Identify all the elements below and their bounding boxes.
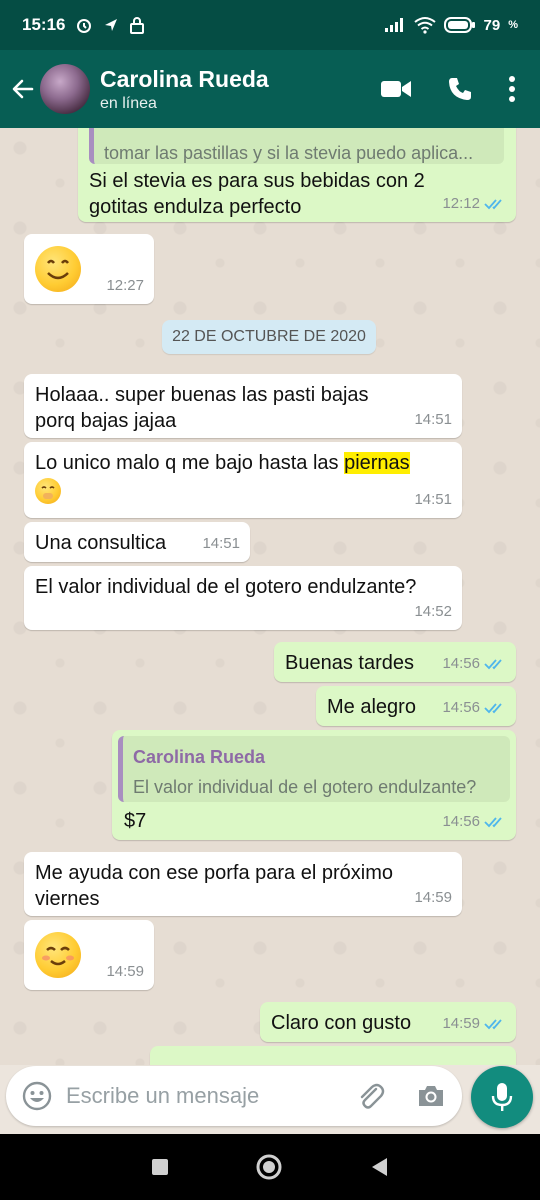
message-outgoing[interactable]: tomar las pastillas y si la stevia puedo… bbox=[78, 128, 516, 222]
message-time: 14:59 bbox=[106, 963, 144, 980]
double-check-read-icon bbox=[484, 199, 502, 210]
message-time: 14:56 bbox=[442, 699, 480, 716]
message-outgoing[interactable]: Carolina Rueda El valor individual de el… bbox=[112, 730, 516, 840]
message-time: 12:27 bbox=[106, 277, 144, 294]
quoted-author: Carolina Rueda bbox=[133, 747, 266, 767]
message-incoming[interactable]: Una consultica 14:51 bbox=[24, 522, 250, 562]
emoji-icon[interactable] bbox=[22, 1081, 52, 1111]
microphone-icon bbox=[491, 1083, 513, 1111]
quoted-message[interactable]: tomar las pastillas y si la stevia puedo… bbox=[89, 128, 504, 164]
message-time: 14:51 bbox=[202, 535, 240, 552]
battery-icon bbox=[443, 17, 475, 33]
message-outgoing[interactable] bbox=[150, 1046, 516, 1065]
double-check-read-icon bbox=[484, 817, 502, 828]
contact-avatar[interactable] bbox=[40, 64, 90, 114]
recents-square-icon[interactable] bbox=[151, 1158, 169, 1176]
video-call-icon[interactable] bbox=[380, 78, 412, 100]
message-time: 14:51 bbox=[414, 491, 452, 508]
contact-status: en línea bbox=[100, 95, 157, 112]
camera-icon[interactable] bbox=[416, 1083, 446, 1109]
quoted-text: El valor individual de el gotero endulza… bbox=[133, 777, 477, 797]
home-circle-icon[interactable] bbox=[255, 1153, 283, 1181]
alarm-icon bbox=[77, 19, 92, 33]
message-incoming[interactable]: Holaaa.. super buenas las pasti bajas po… bbox=[24, 374, 462, 438]
message-outgoing[interactable]: Claro con gusto 14:59 bbox=[260, 1002, 516, 1042]
double-check-read-icon bbox=[484, 703, 502, 714]
message-incoming[interactable]: 14:59 bbox=[24, 920, 154, 990]
smiling-face-icon bbox=[35, 246, 81, 292]
back-button[interactable] bbox=[8, 76, 38, 102]
attach-icon[interactable] bbox=[356, 1081, 386, 1111]
message-text: El valor individual de el gotero endulza… bbox=[35, 576, 417, 598]
contact-info[interactable]: Carolina Rueda en línea bbox=[100, 65, 380, 113]
double-check-read-icon bbox=[484, 1019, 502, 1030]
double-check-read-icon bbox=[484, 659, 502, 670]
message-text-part: Lo unico malo q me bajo hasta las bbox=[35, 452, 345, 474]
message-outgoing[interactable]: Buenas tardes 14:56 bbox=[274, 642, 516, 682]
date-separator: 22 DE OCTUBRE DE 2020 bbox=[162, 320, 376, 354]
phone-call-icon[interactable] bbox=[446, 75, 474, 103]
quoted-message[interactable]: Carolina Rueda El valor individual de el… bbox=[118, 736, 510, 802]
battery-unit: % bbox=[508, 19, 518, 31]
message-incoming[interactable]: Lo unico malo q me bajo hasta las pierna… bbox=[24, 442, 462, 518]
smiling-blush-icon bbox=[35, 932, 81, 978]
battery-level: 79 bbox=[483, 16, 501, 34]
wifi-icon bbox=[413, 17, 436, 34]
back-triangle-icon[interactable] bbox=[369, 1156, 389, 1178]
message-time: 14:59 bbox=[442, 1015, 480, 1032]
message-time: 14:56 bbox=[442, 813, 480, 830]
message-text: Lo unico malo q me bajo hasta las pierna… bbox=[35, 450, 450, 476]
location-icon bbox=[105, 19, 118, 31]
message-time: 12:12 bbox=[442, 195, 480, 212]
message-text: Me ayuda con ese porfa para el próximo v… bbox=[35, 862, 393, 910]
message-time: 14:59 bbox=[414, 889, 452, 906]
message-incoming[interactable]: 12:27 bbox=[24, 234, 154, 304]
message-text: Holaaa.. super buenas las pasti bajas po… bbox=[35, 384, 369, 432]
chat-area[interactable]: tomar las pastillas y si la stevia puedo… bbox=[0, 128, 540, 1065]
message-time: 14:56 bbox=[442, 655, 480, 672]
message-time: 14:51 bbox=[414, 411, 452, 428]
signal-icon bbox=[384, 18, 403, 32]
message-incoming[interactable]: Me ayuda con ese porfa para el próximo v… bbox=[24, 852, 462, 916]
hand-over-mouth-icon bbox=[35, 478, 61, 504]
message-incoming[interactable]: El valor individual de el gotero endulza… bbox=[24, 566, 462, 630]
more-options-icon[interactable] bbox=[508, 75, 516, 103]
system-nav-bar bbox=[0, 1134, 540, 1200]
contact-name: Carolina Rueda bbox=[100, 66, 269, 92]
status-bar: 15:16 79 % bbox=[0, 0, 540, 50]
status-time: 15:16 bbox=[22, 15, 66, 34]
highlighted-word: piernas bbox=[344, 452, 410, 474]
arrow-left-icon bbox=[12, 79, 34, 99]
message-outgoing[interactable]: Me alegro 14:56 bbox=[316, 686, 516, 726]
lock-icon bbox=[130, 17, 145, 34]
voice-message-button[interactable] bbox=[471, 1066, 533, 1128]
message-input[interactable]: Escribe un mensaje bbox=[66, 1083, 356, 1109]
chat-header: Carolina Rueda en línea bbox=[0, 50, 540, 128]
message-time: 14:52 bbox=[414, 603, 452, 620]
message-composer: Escribe un mensaje bbox=[6, 1066, 462, 1126]
quoted-text: tomar las pastillas y si la stevia puedo… bbox=[104, 143, 474, 163]
